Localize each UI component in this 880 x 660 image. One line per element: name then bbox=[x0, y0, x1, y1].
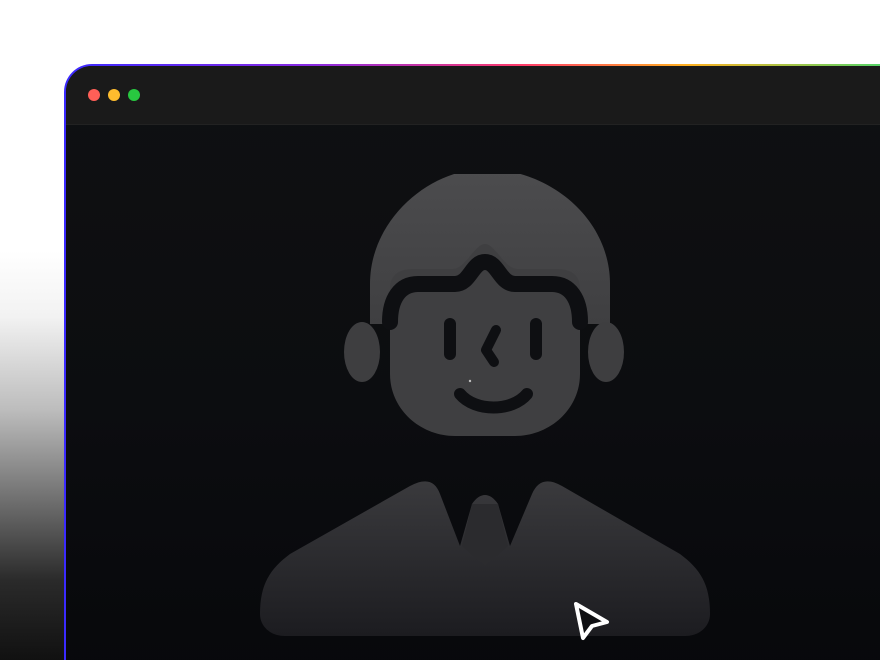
close-button[interactable] bbox=[88, 89, 100, 101]
app-window bbox=[66, 66, 880, 660]
zoom-button[interactable] bbox=[128, 89, 140, 101]
person-avatar-icon bbox=[260, 174, 710, 636]
window-content bbox=[66, 124, 880, 660]
pointer-cursor-icon bbox=[574, 602, 609, 640]
title-bar bbox=[66, 66, 880, 125]
app-window-frame bbox=[64, 64, 880, 660]
minimize-button[interactable] bbox=[108, 89, 120, 101]
